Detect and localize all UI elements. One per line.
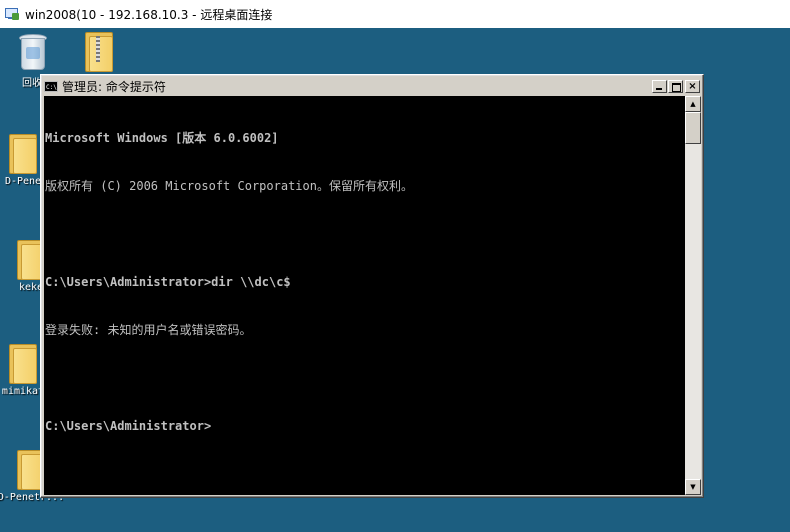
console-line: C:\Users\Administrator>dir \\dc\c$ xyxy=(45,275,291,289)
scroll-down-arrow-icon: ▼ xyxy=(690,483,696,491)
window-controls: × xyxy=(651,79,700,93)
rdp-title: win2008(10 - 192.168.10.3 - 远程桌面连接 xyxy=(25,7,273,22)
cmd-titlebar[interactable]: C:\ 管理员: 命令提示符 × xyxy=(44,78,700,94)
minimize-icon xyxy=(656,87,662,90)
scroll-up-button[interactable]: ▲ xyxy=(685,96,701,112)
zip-folder-icon xyxy=(85,32,113,72)
scrollbar-thumb[interactable] xyxy=(685,112,701,144)
rdp-titlebar: win2008(10 - 192.168.10.3 - 远程桌面连接 xyxy=(0,0,790,28)
vertical-scrollbar[interactable]: ▲ ▼ xyxy=(685,96,701,495)
maximize-button[interactable] xyxy=(668,79,683,93)
close-button[interactable]: × xyxy=(685,79,700,93)
scroll-up-arrow-icon: ▲ xyxy=(690,100,696,108)
cmd-window-title: 管理员: 命令提示符 xyxy=(62,79,166,94)
minimize-button[interactable] xyxy=(652,79,667,93)
console-prompt-line[interactable]: C:\Users\Administrator> xyxy=(45,418,685,434)
console-line: 登录失败: 未知的用户名或错误密码。 xyxy=(45,323,252,337)
console-line: 版权所有 (C) 2006 Microsoft Corporation。保留所有… xyxy=(45,179,413,193)
folder-icon xyxy=(9,344,37,384)
cmd-icon: C:\ xyxy=(44,80,58,92)
close-icon: × xyxy=(688,80,697,92)
console-output[interactable]: Microsoft Windows [版本 6.0.6002] 版权所有 (C)… xyxy=(44,96,685,495)
scroll-down-button[interactable]: ▼ xyxy=(685,479,701,495)
remote-desktop-icon xyxy=(4,7,20,21)
maximize-icon xyxy=(672,82,681,92)
recycle-bin-icon xyxy=(17,32,47,72)
command-prompt-window[interactable]: C:\ 管理员: 命令提示符 × Microsoft Windows [版本 6… xyxy=(40,74,704,498)
console-line: Microsoft Windows [版本 6.0.6002] xyxy=(45,131,279,145)
zip-folder-shortcut[interactable] xyxy=(64,32,134,74)
folder-icon xyxy=(9,134,37,174)
